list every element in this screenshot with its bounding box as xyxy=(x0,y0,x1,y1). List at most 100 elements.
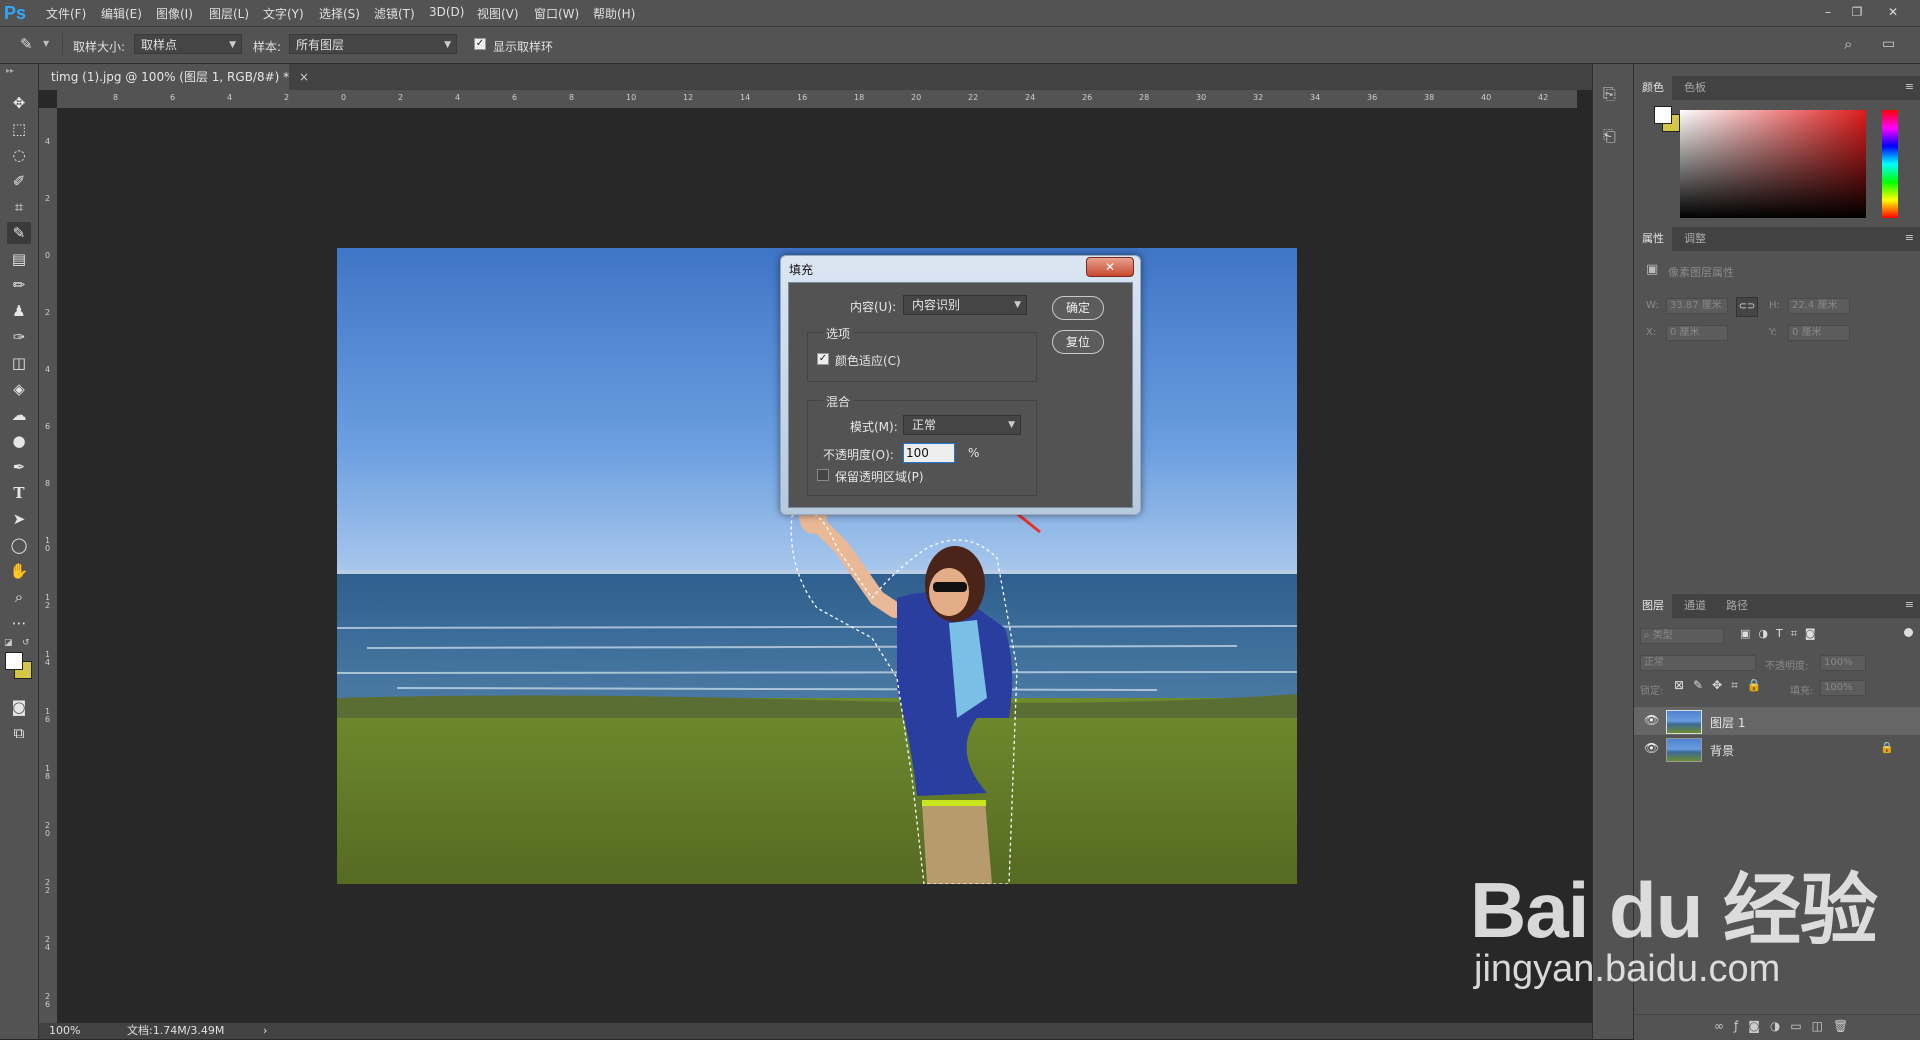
filter-toggle-icon[interactable] xyxy=(1904,628,1913,637)
link-icon[interactable]: ⊂⊃ xyxy=(1736,297,1758,317)
layer-row[interactable]: 👁 图层 1 xyxy=(1634,707,1920,735)
ruler-tick-label: 20 xyxy=(911,93,922,102)
chevron-down-icon: ▼ xyxy=(1008,420,1015,430)
blend-mode-select[interactable]: 正常 xyxy=(1640,655,1756,671)
search-icon[interactable]: ⌕ xyxy=(1844,35,1852,53)
healing-brush-tool-icon[interactable]: ▤ xyxy=(7,248,31,270)
brush-tool-icon[interactable]: ✏ xyxy=(7,274,31,296)
mode-select[interactable]: 正常 ▼ xyxy=(903,415,1021,435)
show-ring-checkbox[interactable]: ✓ xyxy=(474,38,486,50)
eyedropper-tool-icon[interactable]: ✎ xyxy=(7,222,31,244)
dialog-close-button[interactable]: ✕ xyxy=(1086,257,1134,277)
color-field[interactable] xyxy=(1680,110,1866,218)
color-adapt-label[interactable]: 颜色适应(C) xyxy=(835,352,901,369)
preserve-transparency-checkbox[interactable] xyxy=(817,469,829,481)
eye-icon[interactable]: 👁 xyxy=(1644,713,1659,727)
layer-fill-field[interactable]: 100% xyxy=(1820,680,1866,696)
move-tool-icon[interactable]: ✥ xyxy=(7,92,31,114)
reset-button[interactable]: 复位 xyxy=(1052,330,1104,354)
layer-name[interactable]: 背景 xyxy=(1710,742,1734,759)
menu-view[interactable]: 视图(V) xyxy=(477,5,519,22)
layer-filter-icons[interactable]: ▣◑T⌗◙ xyxy=(1740,627,1824,641)
ruler-tick-label: 10 xyxy=(45,536,51,553)
history-brush-tool-icon[interactable]: ✑ xyxy=(7,326,31,348)
tab-adjustments[interactable]: 调整 xyxy=(1676,227,1714,251)
dodge-tool-icon[interactable]: ● xyxy=(7,430,31,452)
restore-button[interactable]: ❐ xyxy=(1846,3,1868,21)
marquee-tool-icon[interactable]: ⬚ xyxy=(7,118,31,140)
layer-name[interactable]: 图层 1 xyxy=(1710,714,1745,731)
menu-window[interactable]: 窗口(W) xyxy=(534,5,579,22)
lock-icons[interactable]: ⊠✎✥⌗🔒 xyxy=(1674,678,1771,693)
menu-edit[interactable]: 编辑(E) xyxy=(101,5,142,22)
stamp-tool-icon[interactable]: ♟ xyxy=(7,300,31,322)
quick-mask-icon[interactable]: ◙ xyxy=(7,696,31,718)
panel-menu-icon[interactable]: ≡ xyxy=(1905,80,1914,93)
quick-select-tool-icon[interactable]: ✐ xyxy=(7,170,31,192)
zoom-level[interactable]: 100% xyxy=(49,1023,80,1039)
chevron-down-icon[interactable]: ▼ xyxy=(43,39,49,48)
width-field[interactable]: 33.87 厘米 xyxy=(1666,298,1728,314)
tab-swatches[interactable]: 色板 xyxy=(1676,76,1714,100)
collapse-icon[interactable]: ▸▸ xyxy=(6,66,14,75)
ellipse-tool-icon[interactable]: ◯ xyxy=(7,534,31,556)
y-field[interactable]: 0 厘米 xyxy=(1788,325,1850,341)
tab-close-icon[interactable]: × xyxy=(299,70,309,84)
menu-3d[interactable]: 3D(D) xyxy=(429,5,464,19)
eyedropper-icon[interactable]: ✎ xyxy=(20,35,33,53)
panel-menu-icon[interactable]: ≡ xyxy=(1905,598,1914,611)
crop-tool-icon[interactable]: ⌗ xyxy=(7,196,31,218)
opacity-input[interactable]: 100 xyxy=(903,443,955,463)
properties-panel-icon[interactable]: ⎗ xyxy=(1603,126,1616,146)
eraser-tool-icon[interactable]: ◫ xyxy=(7,352,31,374)
close-window-button[interactable]: ✕ xyxy=(1882,3,1904,21)
tab-channels[interactable]: 通道 xyxy=(1676,594,1714,618)
document-tab[interactable]: timg (1).jpg @ 100% (图层 1, RGB/8#) * × xyxy=(39,64,309,90)
status-menu-icon[interactable]: › xyxy=(263,1023,267,1039)
menu-file[interactable]: 文件(F) xyxy=(46,5,86,22)
layer-row[interactable]: 👁 背景 🔒 xyxy=(1634,735,1920,763)
eye-icon[interactable]: 👁 xyxy=(1644,741,1659,755)
history-panel-icon[interactable]: ⎘ xyxy=(1603,84,1616,104)
zoom-tool-icon[interactable]: ⌕ xyxy=(7,586,31,608)
sample-size-select[interactable]: 取样点 ▼ xyxy=(134,34,242,54)
hue-slider[interactable] xyxy=(1882,110,1898,218)
menu-filter[interactable]: 滤镜(T) xyxy=(374,5,415,22)
hand-tool-icon[interactable]: ✋ xyxy=(7,560,31,582)
blur-tool-icon[interactable]: ☁ xyxy=(7,404,31,426)
menu-select[interactable]: 选择(S) xyxy=(319,5,360,22)
menu-image[interactable]: 图像(I) xyxy=(156,5,193,22)
type-tool-icon[interactable]: T xyxy=(7,482,31,504)
paint-bucket-tool-icon[interactable]: ◈ xyxy=(7,378,31,400)
screen-mode-icon[interactable]: ⧉ xyxy=(7,722,31,744)
swap-colors-icon[interactable]: ↺ xyxy=(22,638,30,648)
lasso-tool-icon[interactable]: ◌ xyxy=(7,144,31,166)
more-tools-icon[interactable]: ⋯ xyxy=(7,612,31,634)
workspace-icon[interactable]: ▭ xyxy=(1882,36,1895,52)
color-fg-swatch[interactable] xyxy=(1654,106,1672,124)
tab-color[interactable]: 颜色 xyxy=(1634,76,1672,100)
minimize-button[interactable]: – xyxy=(1817,3,1839,21)
sample-select[interactable]: 所有图层 ▼ xyxy=(289,34,457,54)
tab-paths[interactable]: 路径 xyxy=(1718,594,1756,618)
tab-layers[interactable]: 图层 xyxy=(1634,594,1672,618)
menu-help[interactable]: 帮助(H) xyxy=(593,5,635,22)
layer-filter-label: 类型 xyxy=(1652,630,1673,641)
layer-filter-select[interactable]: ⌕ 类型 xyxy=(1640,628,1724,644)
menu-type[interactable]: 文字(Y) xyxy=(263,5,304,22)
pen-tool-icon[interactable]: ✒ xyxy=(7,456,31,478)
tab-properties[interactable]: 属性 xyxy=(1634,227,1672,251)
height-field[interactable]: 22.4 厘米 xyxy=(1788,298,1850,314)
panel-menu-icon[interactable]: ≡ xyxy=(1905,231,1914,244)
x-field[interactable]: 0 厘米 xyxy=(1666,325,1728,341)
layer-opacity-field[interactable]: 100% xyxy=(1820,655,1866,671)
foreground-color-swatch[interactable] xyxy=(5,652,23,670)
preserve-transparency-label[interactable]: 保留透明区域(P) xyxy=(835,468,924,485)
content-select[interactable]: 内容识别 ▼ xyxy=(903,295,1027,315)
layer-action-icons[interactable]: ∞ƒ◙◑▭◫🗑 xyxy=(1714,1019,1858,1033)
ok-button[interactable]: 确定 xyxy=(1052,296,1104,320)
menu-layer[interactable]: 图层(L) xyxy=(209,5,249,22)
default-colors-icon[interactable]: ◪ xyxy=(4,638,13,648)
path-select-tool-icon[interactable]: ➤ xyxy=(7,508,31,530)
color-adapt-checkbox[interactable]: ✓ xyxy=(817,353,829,365)
